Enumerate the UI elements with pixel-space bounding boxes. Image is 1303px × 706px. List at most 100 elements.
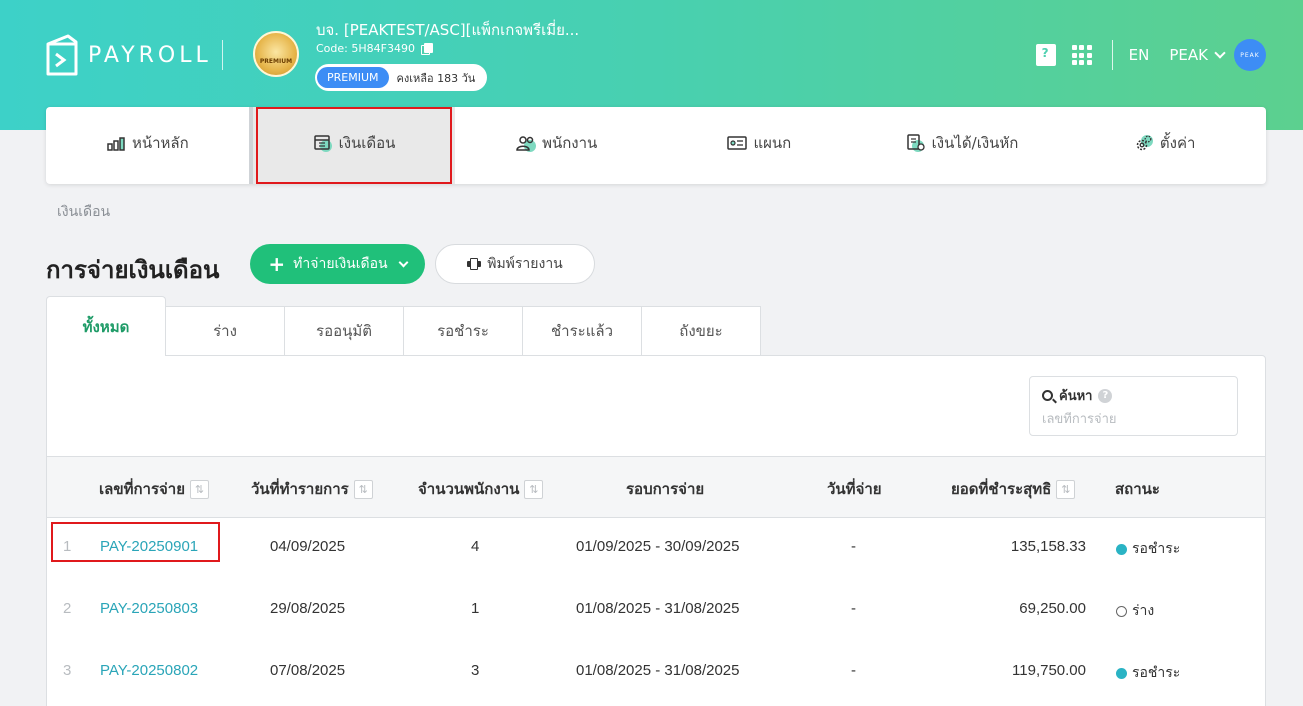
id-card-icon [727,135,748,150]
help-icon[interactable]: ? [1098,388,1113,403]
table-row[interactable]: 2 PAY-20250803 29/08/2025 1 01/08/2025 -… [47,580,1265,642]
status-dot-icon [1116,605,1127,617]
nav-item-employees[interactable]: พนักงาน [455,107,658,184]
search-input[interactable] [1042,412,1222,427]
nav-item-income-deduction[interactable]: เงินได้/เงินหัก [861,107,1064,184]
sort-icon[interactable]: ⇅ [353,479,373,499]
status-text: รอชำระ [1132,665,1181,681]
company-code: Code: 5H84F3490 [316,42,433,55]
column-header-label: ยอดที่ชำระสุทธิ [951,480,1052,498]
user-menu-name[interactable]: PEAK [1169,46,1208,64]
plan-badge: PREMIUM [317,67,389,88]
row-number: 2 [63,600,72,617]
status-text: รอชำระ [1132,541,1181,557]
pay-period: 01/08/2025 - 31/08/2025 [576,600,740,617]
column-header-label: รอบการจ่าย [626,480,705,498]
tab-awaiting-payment[interactable]: รอชำระ [404,306,523,356]
gear-icon [1136,134,1153,150]
search-label: ค้นหา ? [1042,385,1225,406]
payroll-logo[interactable]: PAYROLL [46,34,212,76]
employee-count: 1 [471,600,480,617]
paid-date: - [851,600,856,617]
nav-item-label: แผนก [753,133,792,152]
column-header-employees[interactable]: จำนวนพนักงาน ⇅ [418,477,544,501]
status-badge: รอชำระ [1116,662,1180,684]
tab-pending-approval[interactable]: รออนุมัติ [285,306,404,356]
table-header: เลขที่การจ่าย ⇅ วันที่ทำรายการ ⇅ จำนวนพน… [47,456,1265,518]
tab-paid[interactable]: ชำระแล้ว [523,306,642,356]
pay-period: 01/09/2025 - 30/09/2025 [576,538,740,555]
transaction-date: 07/08/2025 [270,662,346,679]
main-nav: หน้าหลัก เงินเดือน พนักงาน แผนก เงินได้/… [46,107,1266,184]
search-label-text: ค้นหา [1059,389,1093,404]
paid-date: - [851,538,856,555]
status-badge: ร่าง [1116,600,1154,622]
employee-count: 4 [471,538,480,555]
company-logo: PREMIUM [253,31,299,77]
column-header-status: สถานะ [1115,477,1160,501]
search-box[interactable]: ค้นหา ? [1029,376,1238,436]
payroll-table-panel: ค้นหา ? เลขที่การจ่าย ⇅ วันที่ทำรายการ ⇅… [46,355,1266,706]
column-header-period: รอบการจ่าย [626,477,704,501]
employee-count: 3 [471,662,480,679]
breadcrumb[interactable]: เงินเดือน [57,201,110,223]
company-name[interactable]: บจ. [PEAKTEST/ASC][แพ็กเกจพรีเมี่ย... [316,18,579,42]
column-header-pay-no[interactable]: เลขที่การจ่าย ⇅ [99,477,210,501]
nav-item-label: หน้าหลัก [131,133,189,152]
column-header-net[interactable]: ยอดที่ชำระสุทธิ ⇅ [951,477,1076,501]
print-report-label: พิมพ์รายงาน [487,256,563,272]
company-logo-text: PREMIUM [259,57,293,65]
nav-item-home[interactable]: หน้าหลัก [46,107,249,184]
column-header-paid-date: วันที่จ่าย [827,477,882,501]
status-text: ร่าง [1132,603,1155,619]
nav-item-label: ตั้งค่า [1159,133,1196,152]
run-payroll-label: ทำจ่ายเงินเดือน [293,256,388,272]
transaction-date: 29/08/2025 [270,600,346,617]
net-amount: 119,750.00 [1012,662,1086,679]
nav-item-label: เงินได้/เงินหัก [931,133,1019,152]
app-name: PAYROLL [88,42,212,68]
column-header-label: สถานะ [1115,480,1160,498]
pay-no-link[interactable]: PAY-20250802 [100,662,198,679]
tab-draft[interactable]: ร่าง [166,306,285,356]
paid-date: - [851,662,856,679]
tab-all[interactable]: ทั้งหมด [46,296,166,356]
run-payroll-button[interactable]: + ทำจ่ายเงินเดือน [250,244,425,284]
pay-period: 01/08/2025 - 31/08/2025 [576,662,740,679]
tab-trash[interactable]: ถังขยะ [642,306,761,356]
pay-no-link[interactable]: PAY-20250803 [100,600,198,617]
print-report-button[interactable]: พิมพ์รายงาน [435,244,595,284]
nav-item-settings[interactable]: ตั้งค่า [1063,107,1266,184]
plan-pill: PREMIUM คงเหลือ 183 วัน [315,64,488,91]
column-header-label: เลขที่การจ่าย [99,480,186,498]
money-icon [906,133,925,152]
header-actions: EN PEAK PEAK [1035,39,1266,71]
plan-remaining: คงเหลือ 183 วัน [396,71,476,85]
chevron-down-icon[interactable] [1214,47,1226,59]
header-divider [222,40,223,70]
apps-grid-icon[interactable] [1071,45,1092,65]
company-code-text: Code: 5H84F3490 [316,42,415,55]
printer-icon [467,258,482,270]
language-switch[interactable]: EN [1129,46,1150,64]
copy-icon[interactable] [420,43,433,55]
column-header-label: จำนวนพนักงาน [418,480,520,498]
nav-item-label: เงินเดือน [338,133,396,152]
table-row[interactable]: 3 PAY-20250802 07/08/2025 3 01/08/2025 -… [47,642,1265,704]
chevron-down-icon [398,257,409,267]
nav-item-departments[interactable]: แผนก [658,107,861,184]
table-row[interactable]: 1 PAY-20250901 04/09/2025 4 01/09/2025 -… [47,518,1265,580]
status-badge: รอชำระ [1116,538,1180,560]
pay-no-link[interactable]: PAY-20250901 [100,538,198,555]
sort-icon[interactable]: ⇅ [190,479,210,499]
sort-icon[interactable]: ⇅ [1056,479,1076,499]
help-book-icon[interactable] [1035,44,1056,66]
plus-icon: + [268,252,286,276]
avatar[interactable]: PEAK [1234,39,1266,71]
users-icon [516,135,537,152]
nav-item-payroll[interactable]: เงินเดือน [248,107,456,184]
nav-item-label: พนักงาน [542,133,598,152]
column-header-date[interactable]: วันที่ทำรายการ ⇅ [251,477,373,501]
sort-icon[interactable]: ⇅ [524,479,544,499]
column-header-label: วันที่ทำรายการ [251,480,349,498]
